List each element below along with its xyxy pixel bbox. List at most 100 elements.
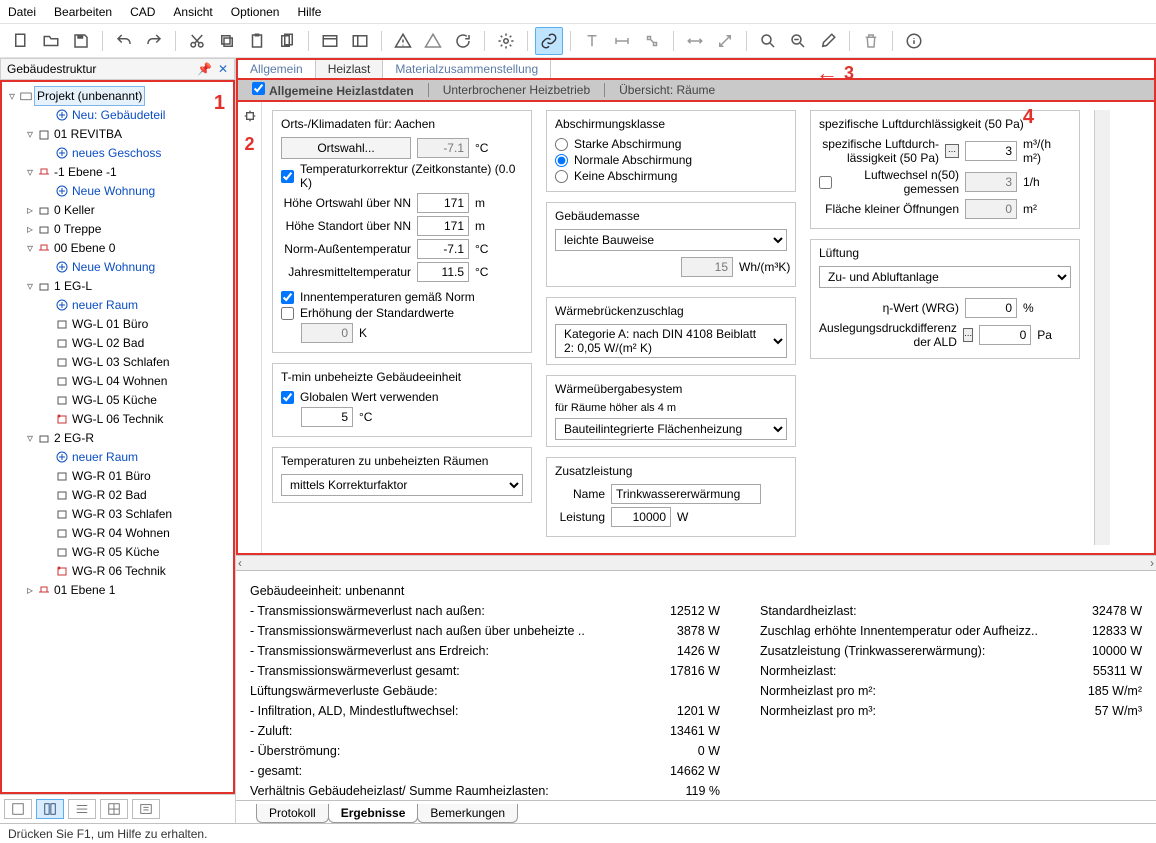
tree-row[interactable]: ▿1 EG-L [2, 276, 233, 295]
tree-row[interactable]: neuer Raum [2, 447, 233, 466]
zusatz-leistung[interactable] [611, 507, 671, 527]
redo-icon[interactable] [140, 27, 168, 55]
copy-icon[interactable] [213, 27, 241, 55]
undo-icon[interactable] [110, 27, 138, 55]
zusatz-name[interactable] [611, 484, 761, 504]
tree-row[interactable]: WG-R 02 Bad [2, 485, 233, 504]
menu-ansicht[interactable]: Ansicht [173, 5, 212, 19]
tree-row[interactable]: WG-L 01 Büro [2, 314, 233, 333]
btab-ergebnisse[interactable]: Ergebnisse [328, 804, 419, 823]
btab-protokoll[interactable]: Protokoll [256, 804, 329, 823]
waermebruecken-select[interactable]: Kategorie A: nach DIN 4108 Beiblatt 2: 0… [555, 324, 787, 358]
horizontal-scrollbar[interactable]: ‹› [236, 555, 1156, 570]
tree-row[interactable]: Neue Wohnung [2, 181, 233, 200]
lueftung-select[interactable]: Zu- und Abluftanlage [819, 266, 1071, 288]
erhoehung-check[interactable] [281, 307, 294, 320]
calc-icon[interactable]: ⋯ [963, 328, 973, 342]
cut-icon[interactable] [183, 27, 211, 55]
tab-allgemein[interactable]: Allgemein [238, 60, 316, 78]
paste-icon[interactable] [243, 27, 271, 55]
warn1-icon[interactable] [389, 27, 417, 55]
warn2-icon[interactable] [419, 27, 447, 55]
tree-row[interactable]: WG-L 06 Technik [2, 409, 233, 428]
temperaturkorrektur-check[interactable] [281, 170, 294, 183]
close-icon[interactable]: ✕ [218, 62, 228, 76]
klima-input-2[interactable] [417, 239, 469, 259]
tab-material[interactable]: Materialzusammenstellung [383, 60, 551, 78]
tree-row[interactable]: ▿00 Ebene 0 [2, 238, 233, 257]
arrow-d-icon[interactable] [711, 27, 739, 55]
vertical-scrollbar[interactable] [1094, 110, 1110, 545]
tree-row[interactable]: WG-L 02 Bad [2, 333, 233, 352]
copy2-icon[interactable] [273, 27, 301, 55]
menu-datei[interactable]: Datei [8, 5, 36, 19]
tree-row[interactable]: WG-R 04 Wohnen [2, 523, 233, 542]
zoomfit-icon[interactable] [784, 27, 812, 55]
tree-row[interactable]: ▹0 Keller [2, 200, 233, 219]
klima-input-3[interactable] [417, 262, 469, 282]
tree-row[interactable]: WG-R 06 Technik [2, 561, 233, 580]
subtab-uebersicht[interactable]: Übersicht: Räume [605, 81, 729, 99]
tree[interactable]: 1 ▿ Projekt (unbenannt) Neu: Gebäudeteil… [0, 80, 235, 794]
klima-input-0[interactable] [417, 193, 469, 213]
side-tab-5[interactable] [132, 799, 160, 819]
eta-value[interactable] [965, 298, 1017, 318]
menu-optionen[interactable]: Optionen [231, 5, 280, 19]
spezluft-input-0[interactable] [965, 141, 1017, 161]
side-tab-2[interactable] [36, 799, 64, 819]
tree-row[interactable]: WG-L 04 Wohnen [2, 371, 233, 390]
tree-row[interactable]: WG-L 05 Küche [2, 390, 233, 409]
side-tab-3[interactable] [68, 799, 96, 819]
spezluft-check-1[interactable] [819, 176, 832, 189]
delete-icon[interactable] [857, 27, 885, 55]
tree-row[interactable]: WG-R 01 Büro [2, 466, 233, 485]
new-icon[interactable] [7, 27, 35, 55]
klima-input-1[interactable] [417, 216, 469, 236]
global-wert-check[interactable] [281, 391, 294, 404]
save-icon[interactable] [67, 27, 95, 55]
ortswahl-button[interactable]: Ortswahl... [281, 137, 411, 159]
tree-row[interactable]: ▹0 Treppe [2, 219, 233, 238]
menu-hilfe[interactable]: Hilfe [297, 5, 321, 19]
dim2-icon[interactable] [638, 27, 666, 55]
dim1-icon[interactable] [608, 27, 636, 55]
waermeuebergabe-select[interactable]: Bauteilintegrierte Flächenheizung [555, 418, 787, 440]
text-icon[interactable] [578, 27, 606, 55]
tree-row[interactable]: neues Geschoss [2, 143, 233, 162]
tree-row[interactable]: Neu: Gebäudeteil [2, 105, 233, 124]
tree-row[interactable]: Neue Wohnung [2, 257, 233, 276]
menu-cad[interactable]: CAD [130, 5, 155, 19]
pin-icon[interactable]: 📌 [197, 62, 212, 76]
side-tab-4[interactable] [100, 799, 128, 819]
tree-root[interactable]: ▿ Projekt (unbenannt) [2, 86, 233, 105]
refresh-icon[interactable] [449, 27, 477, 55]
subtab-checkbox[interactable] [252, 82, 265, 95]
settings-icon[interactable] [492, 27, 520, 55]
link-icon[interactable] [535, 27, 563, 55]
info-icon[interactable] [900, 27, 928, 55]
layout1-icon[interactable] [316, 27, 344, 55]
tree-row[interactable]: WG-L 03 Schlafen [2, 352, 233, 371]
temp-unbeheizt-select[interactable]: mittels Korrekturfaktor [281, 474, 523, 496]
gebaeudemasse-select[interactable]: leichte Bauweise [555, 229, 787, 251]
tree-row[interactable]: ▿01 REVITBA [2, 124, 233, 143]
tree-row[interactable]: ▹01 Ebene 1 [2, 580, 233, 599]
tree-row[interactable]: ▿2 EG-R [2, 428, 233, 447]
menu-bearbeiten[interactable]: Bearbeiten [54, 5, 112, 19]
tree-row[interactable]: WG-R 05 Küche [2, 542, 233, 561]
strip-icon[interactable] [242, 108, 258, 124]
side-tab-1[interactable] [4, 799, 32, 819]
tree-row[interactable]: neuer Raum [2, 295, 233, 314]
abschirm-keine[interactable] [555, 170, 568, 183]
abschirm-normale[interactable] [555, 154, 568, 167]
tree-row[interactable]: WG-R 03 Schlafen [2, 504, 233, 523]
zoom-icon[interactable] [754, 27, 782, 55]
tab-heizlast[interactable]: Heizlast [316, 60, 384, 78]
layout2-icon[interactable] [346, 27, 374, 55]
tree-row[interactable]: ▿-1 Ebene -1 [2, 162, 233, 181]
picker-icon[interactable] [814, 27, 842, 55]
tmin-value[interactable] [301, 407, 353, 427]
innentemp-check[interactable] [281, 291, 294, 304]
open-icon[interactable] [37, 27, 65, 55]
subtab-unterbrochen[interactable]: Unterbrochener Heizbetrieb [429, 81, 604, 99]
